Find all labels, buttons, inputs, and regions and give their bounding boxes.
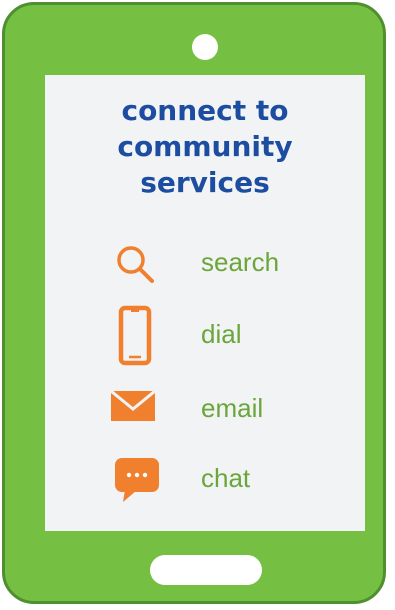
service-label-chat: chat <box>201 463 251 493</box>
camera-dot <box>192 34 218 60</box>
headline-line-1: connect to <box>121 94 289 127</box>
phone-illustration: connect to community services search dia… <box>2 2 386 604</box>
search-icon <box>117 246 154 283</box>
illustration: connect to community services search dia… <box>0 0 395 610</box>
phone-screen: connect to community services search dia… <box>45 75 365 531</box>
envelope-icon <box>111 391 155 421</box>
service-label-dial: dial <box>201 319 242 349</box>
service-label-search: search <box>201 247 280 277</box>
chat-bubble-icon <box>115 458 159 502</box>
headline-line-3: services <box>140 166 270 199</box>
headline: connect to community services <box>45 93 365 201</box>
headline-line-2: community <box>117 130 293 163</box>
service-label-email: email <box>201 393 264 423</box>
phone-icon <box>118 305 152 366</box>
home-button-illustration <box>150 555 262 585</box>
